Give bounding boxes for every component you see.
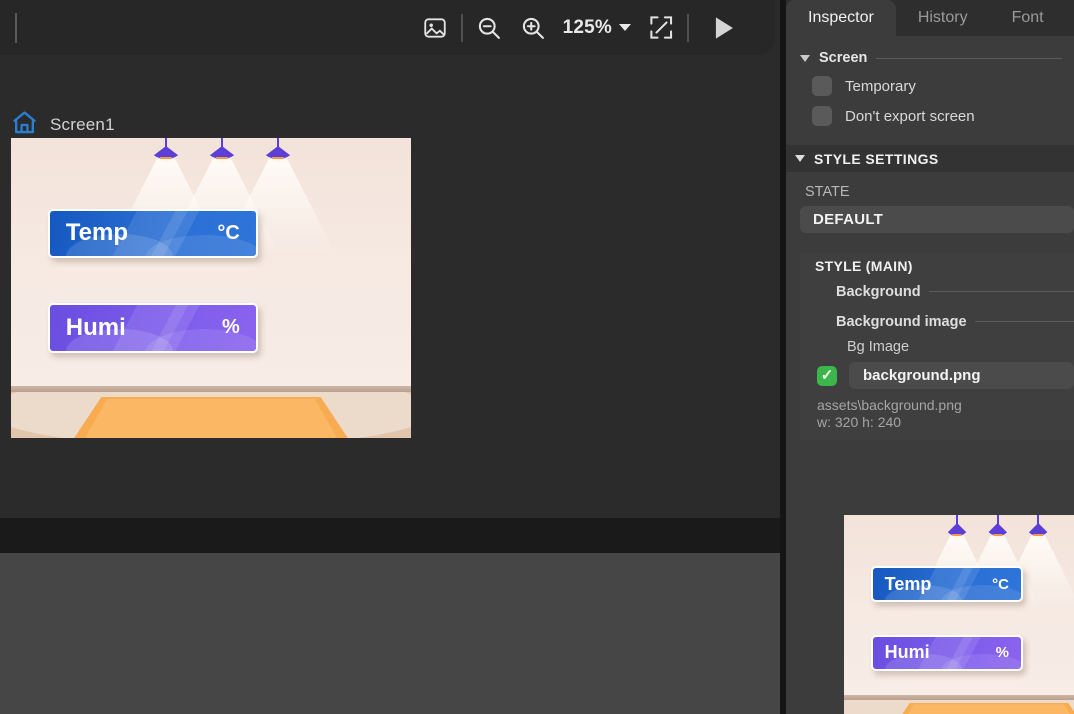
triangle-down-icon <box>800 55 810 62</box>
tab-inspector-label: Inspector <box>808 9 874 27</box>
temp-widget-unit: °C <box>217 222 239 245</box>
header-rule <box>929 291 1074 292</box>
bg-image-file-name: background.png <box>863 367 981 384</box>
checkbox-row-temporary[interactable]: Temporary <box>786 71 1074 101</box>
scene-table-top <box>888 704 1074 714</box>
bg-image-field-label: Bg Image <box>800 334 1074 355</box>
tab-font[interactable]: Font <box>990 0 1066 36</box>
dont-export-label: Don't export screen <box>845 108 975 125</box>
zoom-level-value: 125% <box>563 17 612 39</box>
canvas-area[interactable]: Screen1 <box>0 55 780 518</box>
style-settings-title: STYLE SETTINGS <box>814 151 939 167</box>
top-toolbar: 125% <box>0 0 775 55</box>
style-settings-body: STATE DEFAULT STYLE (MAIN) Background Ba… <box>786 172 1074 440</box>
background-subsection-header[interactable]: Background <box>800 279 1074 304</box>
temp-widget[interactable]: Temp °C <box>48 209 258 259</box>
thumbnail-scene: Temp °C Humi % <box>844 515 1074 714</box>
humi-widget-thumb: Humi % <box>871 635 1023 671</box>
pendant-lamp-icon <box>944 515 970 533</box>
pendant-lamp-icon <box>985 515 1011 533</box>
toolbar-divider-2 <box>687 14 689 42</box>
pendant-lamp-icon <box>261 138 295 160</box>
inspector-panel: Inspector History Font Screen Temporary <box>786 0 1074 714</box>
bg-image-path: assets\background.png <box>800 389 1074 413</box>
header-rule <box>975 321 1074 322</box>
temporary-checkbox[interactable] <box>812 76 832 96</box>
state-label: STATE <box>786 184 1074 206</box>
screen-preview-image[interactable]: Temp °C Humi % <box>11 138 411 438</box>
screen-section-title: Screen <box>819 50 867 66</box>
pendant-lamp-icon <box>1025 515 1051 533</box>
state-value: DEFAULT <box>813 211 883 228</box>
bg-image-thumbnail[interactable]: Temp °C Humi % <box>844 515 1074 714</box>
screen-section-header[interactable]: Screen <box>786 45 1074 71</box>
image-icon[interactable] <box>413 6 457 50</box>
tab-inspector[interactable]: Inspector <box>786 0 896 36</box>
background-title: Background <box>836 284 921 300</box>
dont-export-checkbox[interactable] <box>812 106 832 126</box>
humi-widget-unit: % <box>222 316 240 339</box>
humi-widget-unit: % <box>996 644 1009 661</box>
scene-floor <box>844 700 1074 714</box>
pendant-lamp-icon <box>205 138 239 160</box>
checkbox-row-dont-export[interactable]: Don't export screen <box>786 101 1074 131</box>
pendant-lamp-icon <box>149 138 183 160</box>
humi-widget[interactable]: Humi % <box>48 303 258 353</box>
temp-widget-unit: °C <box>992 576 1009 593</box>
temp-widget-label: Temp <box>66 219 128 247</box>
bg-image-enabled-checkbox[interactable] <box>817 366 837 386</box>
temp-widget-thumb: Temp °C <box>871 566 1023 602</box>
preview-scene: Temp °C Humi % <box>11 138 411 438</box>
style-settings-header[interactable]: STYLE SETTINGS <box>786 145 1074 172</box>
home-icon <box>11 110 38 140</box>
temporary-label: Temporary <box>845 78 916 95</box>
temp-widget-label: Temp <box>885 574 932 595</box>
scene-table-top <box>71 399 351 438</box>
state-dropdown[interactable]: DEFAULT <box>800 206 1074 233</box>
play-icon[interactable] <box>693 6 753 50</box>
inspector-tabs: Inspector History Font <box>786 0 1074 36</box>
style-main-title: STYLE (MAIN) <box>815 258 913 274</box>
background-image-subsection-header[interactable]: Background image <box>800 309 1074 334</box>
header-rule <box>876 58 1062 59</box>
toolbar-left-separator <box>15 13 17 43</box>
zoom-out-icon[interactable] <box>467 6 511 50</box>
screen-section: Screen Temporary Don't export screen <box>786 36 1074 131</box>
screen-label-row[interactable]: Screen1 <box>11 110 115 140</box>
triangle-down-icon <box>795 155 805 162</box>
bg-image-dimensions: w: 320 h: 240 <box>800 413 1074 430</box>
bg-image-file-field[interactable]: background.png <box>849 362 1074 389</box>
zoom-in-icon[interactable] <box>511 6 555 50</box>
tab-history-label: History <box>918 9 968 27</box>
scene-floor <box>11 392 411 438</box>
toolbar-divider-1 <box>461 14 463 42</box>
editor-left-side: 125% <box>0 0 780 714</box>
background-image-title: Background image <box>836 314 967 330</box>
scene-floor-line <box>11 386 411 393</box>
timeline-strip <box>0 518 780 553</box>
chevron-down-icon <box>619 24 631 31</box>
tab-font-label: Font <box>1012 9 1044 27</box>
style-main-header[interactable]: STYLE (MAIN) <box>800 253 1074 279</box>
bg-image-row: background.png <box>800 355 1074 389</box>
style-main-group: STYLE (MAIN) Background Background image… <box>800 253 1074 440</box>
humi-widget-label: Humi <box>66 314 126 342</box>
zoom-level-dropdown[interactable]: 125% <box>555 17 639 39</box>
screen-name-label: Screen1 <box>50 115 115 135</box>
tab-history[interactable]: History <box>896 0 990 36</box>
app-window: 125% <box>0 0 1074 714</box>
bg-image-thumbnail-render: Temp °C Humi % <box>844 515 1074 714</box>
humi-widget-label: Humi <box>885 642 930 663</box>
bottom-panel[interactable] <box>0 553 780 714</box>
toolbar-controls: 125% <box>413 6 775 50</box>
fit-screen-icon[interactable] <box>639 6 683 50</box>
